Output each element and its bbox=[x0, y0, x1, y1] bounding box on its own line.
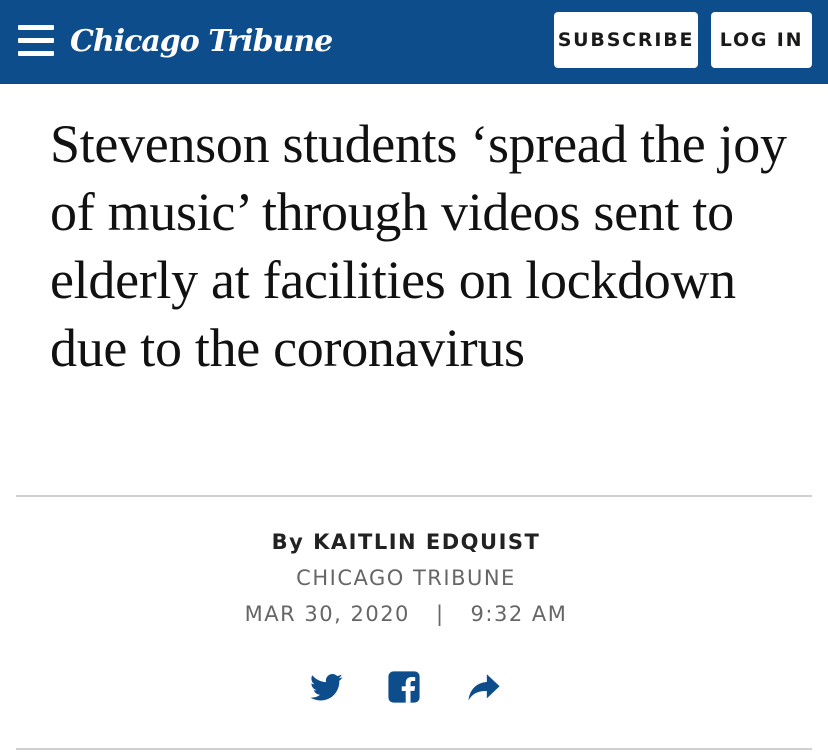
share-divider bbox=[16, 748, 812, 750]
publish-datetime: MAR 30, 2020 | 9:32 AM bbox=[0, 602, 812, 626]
twitter-icon[interactable] bbox=[308, 670, 344, 704]
subscribe-button[interactable]: SUBSCRIBE bbox=[554, 12, 698, 68]
author-byline: By KAITLIN EDQUIST bbox=[0, 530, 812, 554]
byline-prefix: By bbox=[271, 530, 305, 554]
publish-date: MAR 30, 2020 bbox=[244, 602, 410, 626]
facebook-icon[interactable] bbox=[386, 670, 422, 704]
headline-divider bbox=[16, 495, 812, 497]
author-name[interactable]: KAITLIN EDQUIST bbox=[313, 530, 540, 554]
login-button[interactable]: LOG IN bbox=[711, 12, 812, 68]
share-forward-icon[interactable] bbox=[466, 670, 502, 704]
top-navigation-bar: Chicago Tribune SUBSCRIBE LOG IN bbox=[0, 0, 828, 84]
chicago-tribune-logo[interactable]: Chicago Tribune bbox=[70, 14, 333, 70]
article-source: CHICAGO TRIBUNE bbox=[296, 566, 516, 590]
date-time-separator: | bbox=[435, 602, 445, 626]
article-headline: Stevenson students ‘spread the joy of mu… bbox=[50, 114, 787, 378]
hamburger-menu-icon[interactable] bbox=[18, 25, 54, 57]
publish-time: 9:32 AM bbox=[470, 602, 568, 626]
